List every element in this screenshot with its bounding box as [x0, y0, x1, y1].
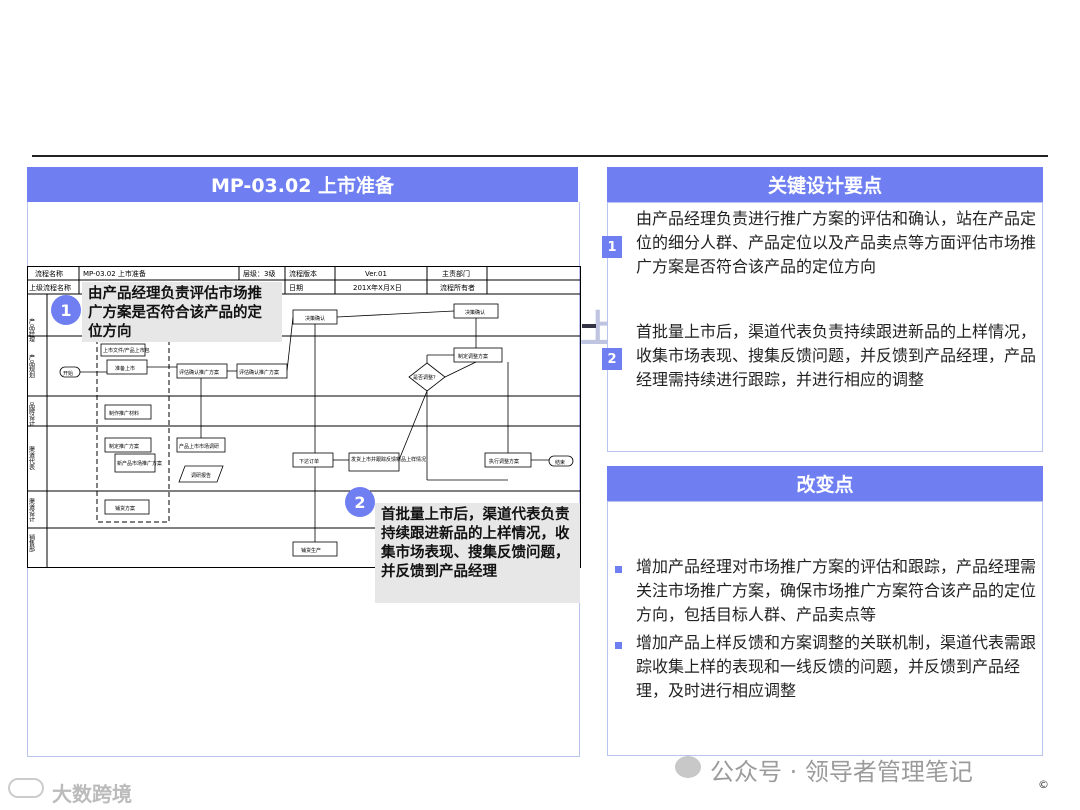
fc-box: 产品上市市场调研 — [179, 443, 219, 450]
fc-box: 铺货方案 — [115, 505, 135, 512]
callout-2: 首批量上市后，渠道代表负责持续跟进新品的上样情况，收集市场表现、搜集反馈问题，并… — [375, 503, 580, 603]
hdr-date-label: 日期 — [289, 284, 303, 292]
key-item-text: 首批量上市后，渠道代表负责持续跟进新品的上样情况，收集市场表现、搜集反馈问题，并… — [636, 322, 1037, 389]
key-panel-title: 关键设计要点 — [607, 167, 1043, 202]
fc-box: 准备上市 — [115, 365, 135, 372]
callout-2-text: 首批量上市后，渠道代表负责持续跟进新品的上样情况，收集市场表现、搜集反馈问题，并… — [381, 507, 570, 580]
hdr-upper-label: 上级流程名称 — [29, 283, 71, 292]
copyright-mark: © — [1038, 778, 1049, 791]
lane-label: 产品规划 — [28, 353, 35, 378]
hdr-owner-label: 流程所有者 — [440, 283, 475, 292]
hdr-version-value: Ver.01 — [365, 270, 387, 278]
fc-box: 决策确认 — [305, 315, 325, 322]
hdr-date-value: 201X年X月X日 — [353, 283, 402, 292]
key-item-text: 由产品经理负责进行推广方案的评估和确认，站在产品定位的细分人群、产品定位以及产品… — [636, 209, 1037, 276]
change-item-text: 增加产品上样反馈和方案调整的关联机制，渠道代表需跟踪收集上样的表现和一线反馈的问… — [636, 633, 1037, 700]
hdr-name-value: MP-03.02 上市准备 — [83, 269, 146, 278]
fc-box: 评估确认推广方案 — [239, 369, 279, 376]
fc-box: 评估确认推广方案 — [179, 369, 219, 376]
callout-1-text: 由产品经理负责评估市场推广方案是否符合该产品的定位方向 — [88, 286, 262, 340]
top-divider — [32, 155, 1048, 157]
lane-label: 品牌设计 — [28, 402, 35, 427]
callout-1-badge: 1 — [51, 295, 81, 325]
hdr-level: 层级：3级 — [243, 269, 275, 278]
fc-box: 制作推广材料 — [109, 410, 139, 417]
lane-label: 产品经理 — [28, 317, 35, 342]
fc-box: 下达订单 — [299, 458, 319, 465]
fc-box: 决策确认 — [465, 309, 485, 316]
fc-box: 执行调整方案 — [489, 458, 519, 465]
fc-box: 制定推广方案 — [109, 443, 139, 450]
fc-box: 结束 — [555, 459, 565, 466]
hdr-version-label: 流程版本 — [289, 269, 317, 278]
wechat-watermark: 公众号 · 领导者管理笔记 — [710, 758, 973, 786]
fc-box: 开始 — [63, 370, 73, 377]
callout-2-badge: 2 — [345, 487, 375, 517]
change-item-text: 增加产品经理对市场推广方案的评估和跟踪，产品经理需关注市场推广方案，确保市场推广… — [636, 557, 1037, 624]
key-item-number: 2 — [602, 348, 622, 370]
wechat-icon — [675, 756, 701, 778]
bullet-icon — [615, 642, 622, 649]
ghost-dash — [582, 324, 596, 328]
left-panel-title: MP-03.02 上市准备 — [27, 167, 578, 202]
lane-label: 渠道代表 — [28, 445, 35, 471]
change-panel-body — [607, 501, 1043, 756]
key-item-number: 1 — [602, 236, 622, 258]
logo-icon — [8, 778, 44, 798]
logo-watermark: 大数跨境 — [52, 782, 132, 806]
fc-box: 发货上市并跟踪反馈新品上样情况 — [351, 456, 426, 463]
fc-box: 新产品市场推广方案 — [117, 460, 162, 467]
bullet-icon — [615, 566, 622, 573]
fc-box: 制定调整方案 — [458, 353, 488, 360]
lane-label: 销售部 — [28, 533, 35, 553]
lane-label: 渠道设计 — [28, 497, 35, 523]
fc-box: 上市文件/产品上市包 — [103, 347, 150, 354]
callout-1: 由产品经理负责评估市场推广方案是否符合该产品的定位方向 — [82, 282, 282, 342]
fc-box: 铺货生产 — [301, 547, 321, 554]
fc-box: 调研报告 — [191, 472, 211, 479]
hdr-name-label: 流程名称 — [35, 269, 63, 278]
hdr-dept-label: 主责部门 — [442, 269, 470, 278]
fc-box: 是否调整？ — [413, 374, 438, 381]
change-panel-title: 改变点 — [607, 466, 1043, 501]
